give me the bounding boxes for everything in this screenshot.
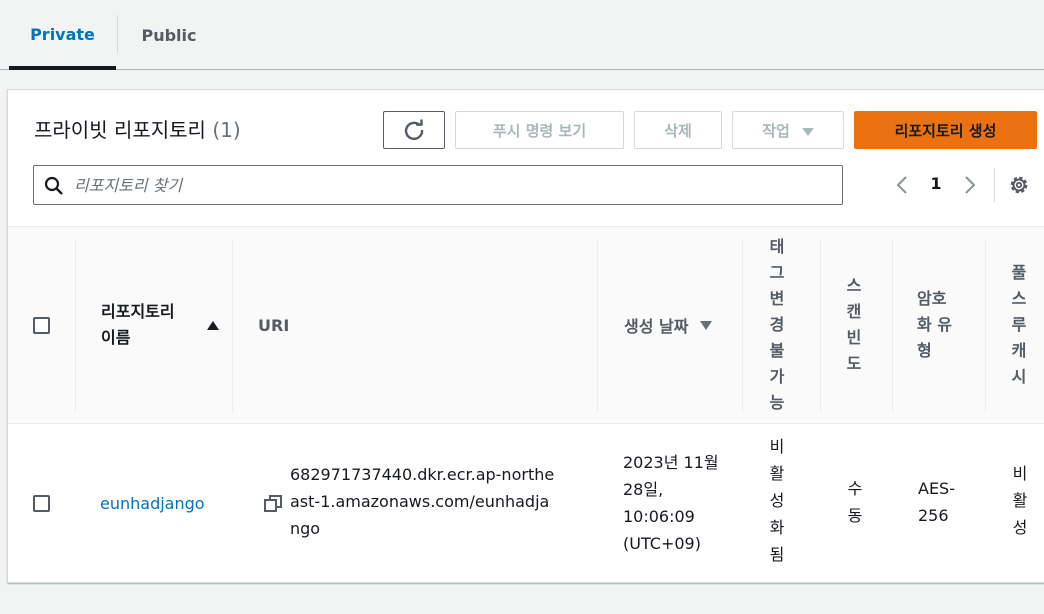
repository-name-link[interactable]: eunhadjango <box>100 490 205 517</box>
scan-frequency-value: 수동 <box>847 479 863 525</box>
gear-icon[interactable] <box>1008 174 1030 196</box>
column-header-name[interactable]: 리포지토리 이름 <box>101 227 226 423</box>
select-all-checkbox[interactable] <box>33 317 50 334</box>
chevron-left-icon[interactable] <box>892 174 912 196</box>
column-header-encryption[interactable]: 암호화 유형 <box>917 227 965 423</box>
column-divider <box>75 239 76 413</box>
search-input[interactable] <box>74 166 834 204</box>
tag-immutability-value: 비활성화됨 <box>769 437 785 564</box>
column-label-pull-cache: 풀스루캐시 <box>1011 263 1027 386</box>
column-label-scan-frequency: 스캔빈도 <box>846 276 862 373</box>
repository-count: (1) <box>212 118 241 142</box>
delete-button[interactable]: 삭제 <box>634 111 722 149</box>
table-header: 리포지토리 이름 URI 생성 날짜 태그변경불가능 스캔빈도 암호화 유형 풀… <box>8 226 1044 424</box>
column-label-encryption: 암호화 유형 <box>917 289 953 360</box>
panel-title: 프라이빗 리포지토리 (1) <box>34 114 241 143</box>
sort-ascending-icon <box>207 320 219 330</box>
column-header-uri[interactable]: URI <box>258 227 318 423</box>
tab-public[interactable]: Public <box>118 0 220 70</box>
encryption-value: AES-256 <box>918 479 955 525</box>
chevron-right-icon[interactable] <box>960 174 980 196</box>
actions-dropdown[interactable]: 작업 <box>732 111 844 149</box>
column-divider <box>892 239 893 413</box>
search-icon <box>44 176 63 195</box>
column-label-name: 리포지토리 이름 <box>101 302 175 347</box>
repository-panel: 프라이빗 리포지토리 (1) 푸시 명령 보기 삭제 작업 리포지토리 생성 1 <box>7 89 1044 583</box>
created-date: 2023년 11월 28일, 10:06:09 (UTC+09) <box>623 453 719 553</box>
tab-private[interactable]: Private <box>9 0 116 70</box>
create-repository-button[interactable]: 리포지토리 생성 <box>854 111 1037 149</box>
column-header-scan-frequency[interactable]: 스캔빈도 <box>844 227 868 423</box>
pull-cache-value: 비활성 <box>1012 464 1028 537</box>
column-divider <box>820 239 821 413</box>
current-page-number[interactable]: 1 <box>926 174 946 196</box>
search-box <box>33 165 843 205</box>
column-label-tag-immutability: 태그변경불가능 <box>769 237 785 412</box>
sort-descending-icon <box>700 320 713 330</box>
row-checkbox[interactable] <box>33 495 50 512</box>
column-divider <box>597 239 598 413</box>
actions-label: 작업 <box>762 121 790 140</box>
refresh-icon <box>404 119 424 141</box>
column-divider <box>232 239 233 413</box>
copy-icon[interactable] <box>263 494 283 514</box>
view-push-commands-button[interactable]: 푸시 명령 보기 <box>455 111 624 149</box>
repository-uri: 682971737440.dkr.ecr.ap-northeast-1.amaz… <box>290 465 555 538</box>
caret-down-icon <box>801 127 814 136</box>
column-divider <box>985 239 986 413</box>
column-label-uri: URI <box>258 315 290 335</box>
tab-bar: Private Public <box>0 0 1044 70</box>
pager-divider <box>994 168 995 202</box>
column-divider <box>742 239 743 413</box>
panel-title-text: 프라이빗 리포지토리 <box>34 118 206 142</box>
column-header-tag-immutability[interactable]: 태그변경불가능 <box>767 227 791 423</box>
column-header-pull-cache[interactable]: 풀스루캐시 <box>1009 227 1033 423</box>
refresh-button[interactable] <box>383 111 445 149</box>
column-label-created: 생성 날짜 <box>624 317 689 336</box>
column-header-created[interactable]: 생성 날짜 <box>624 227 744 423</box>
